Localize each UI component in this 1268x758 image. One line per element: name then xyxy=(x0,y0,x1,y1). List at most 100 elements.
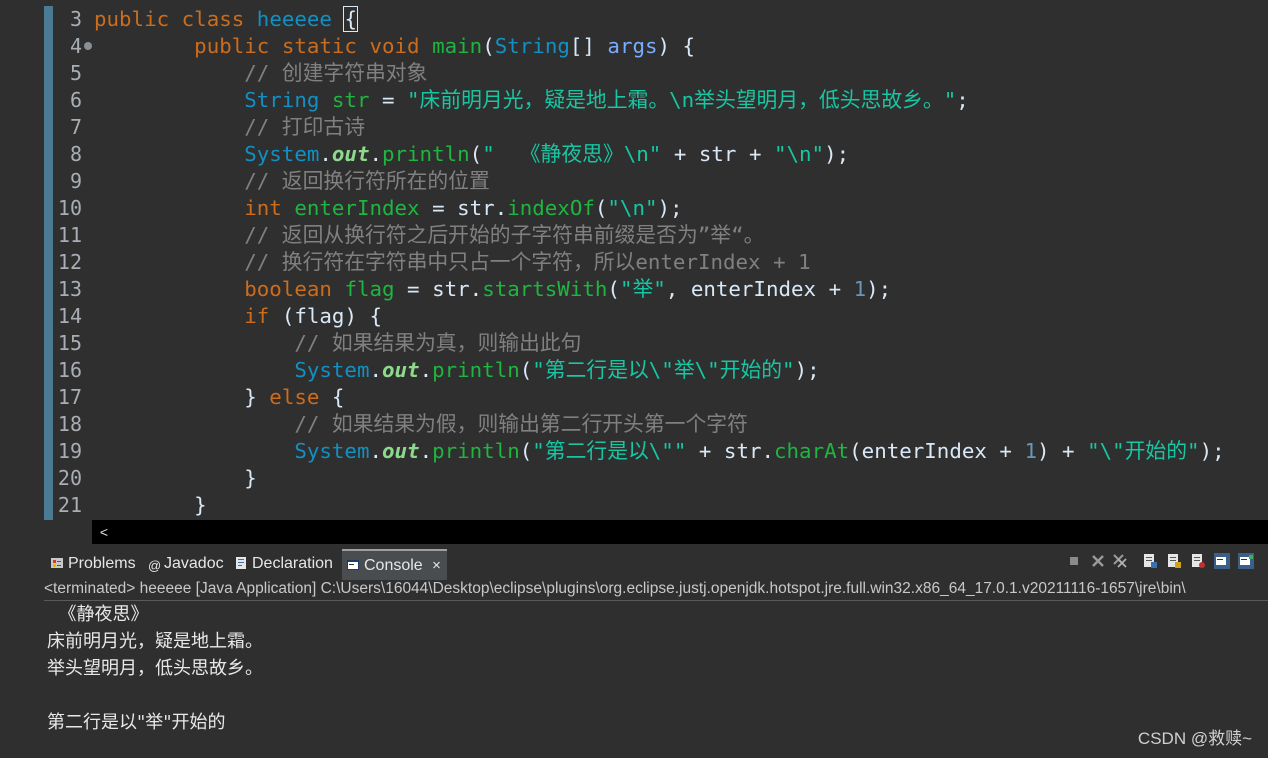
code-line[interactable]: System.out.println("第二行是以\"举\"开始的"); xyxy=(94,357,820,384)
line-number: 8 xyxy=(69,142,82,166)
code-token: . xyxy=(494,196,508,220)
code-editor[interactable]: public class heeeee { public static void… xyxy=(94,0,1268,520)
code-token: // 返回换行符所在的位置 xyxy=(244,169,490,193)
code-token: main xyxy=(432,34,483,58)
tab-declaration[interactable]: Declaration xyxy=(234,549,333,578)
code-token: // 返回从换行符之后开始的子字符串前缀是否为”举“。 xyxy=(244,223,765,247)
line-number: 7 xyxy=(69,115,82,139)
fold-marker-icon[interactable] xyxy=(84,42,92,50)
console-output[interactable]: 《静夜思》 床前明月光，疑是地上霜。 举头望明月，低头思故乡。 第二行是以"举"… xyxy=(44,601,1268,758)
code-token: ) { xyxy=(344,304,382,328)
code-token: String xyxy=(244,88,320,112)
code-token: args xyxy=(607,34,658,58)
code-token: charAt xyxy=(774,439,850,463)
code-token: System xyxy=(244,142,320,166)
console-output-line: 床前明月光，疑是地上霜。 xyxy=(47,631,263,652)
code-token: static xyxy=(281,34,357,58)
code-line[interactable]: // 创建字符串对象 xyxy=(94,60,427,87)
tab-declaration-label: Declaration xyxy=(252,555,333,572)
code-line[interactable]: // 如果结果为真，则输出此句 xyxy=(94,330,581,357)
code-line[interactable]: // 返回换行符所在的位置 xyxy=(94,168,490,195)
line-number: 20 xyxy=(57,466,82,490)
code-token: ); xyxy=(1199,439,1225,463)
code-line[interactable]: public static void main(String[] args) { xyxy=(94,33,695,60)
code-token: ) { xyxy=(657,34,696,58)
open-console-icon[interactable] xyxy=(1238,553,1254,569)
code-token: // 如果结果为真，则输出此句 xyxy=(294,331,582,355)
code-line[interactable]: // 换行符在字符串中只占一个字符，所以enterIndex + 1 xyxy=(94,249,810,276)
code-token: + xyxy=(661,142,699,166)
code-line[interactable]: // 返回从换行符之后开始的子字符串前缀是否为”举“。 xyxy=(94,222,764,249)
watermark: CSDN @救赎~ xyxy=(1137,729,1252,748)
code-token: 1 xyxy=(1024,439,1037,463)
code-token: { xyxy=(319,385,345,409)
code-token: . xyxy=(369,358,382,382)
code-token: = xyxy=(394,277,433,301)
terminate-icon[interactable] xyxy=(1066,553,1082,569)
code-token: startsWith xyxy=(482,277,608,301)
code-token: void xyxy=(369,34,420,58)
code-line[interactable]: } xyxy=(94,465,257,492)
scroll-lock-icon[interactable] xyxy=(1142,553,1158,569)
code-token: "床前明月光，疑是地上霜。\n举头望明月，低头思故乡。" xyxy=(407,88,957,112)
line-number: 21 xyxy=(57,493,82,517)
word-wrap-icon[interactable] xyxy=(1166,553,1182,569)
code-line[interactable]: } xyxy=(94,492,207,519)
code-token: ( xyxy=(594,196,608,220)
display-console-icon[interactable] xyxy=(1214,553,1230,569)
pin-icon[interactable] xyxy=(1190,553,1206,569)
code-line[interactable]: public class heeeee { xyxy=(94,6,358,33)
code-token: str xyxy=(331,88,370,112)
code-token: + xyxy=(686,439,724,463)
code-line[interactable]: // 如果结果为假，则输出第二行开头第一个字符 xyxy=(94,411,748,438)
code-token: else xyxy=(269,385,320,409)
code-line[interactable]: } else { xyxy=(94,384,344,411)
code-line[interactable]: // 打印古诗 xyxy=(94,114,365,141)
code-token: str xyxy=(698,142,737,166)
remove-launch-icon[interactable] xyxy=(1090,553,1106,569)
code-token: ; xyxy=(956,88,969,112)
code-token: flag xyxy=(344,277,395,301)
code-token: flag xyxy=(294,304,345,328)
tab-console[interactable]: Console × xyxy=(342,549,447,580)
tab-console-close-icon[interactable]: × xyxy=(432,557,441,574)
code-line[interactable]: String str = "床前明月光，疑是地上霜。\n举头望明月，低头思故乡。… xyxy=(94,87,969,114)
scrollbar-track[interactable] xyxy=(116,520,1268,544)
line-number: 16 xyxy=(57,358,82,382)
code-line[interactable]: int enterIndex = str.indexOf("\n"); xyxy=(94,195,682,222)
line-number: 18 xyxy=(57,412,82,436)
code-line[interactable]: System.out.println("第二行是以\"" + str.charA… xyxy=(94,438,1225,465)
code-token: "\"开始的" xyxy=(1087,439,1200,463)
tab-problems[interactable]: Problems xyxy=(50,549,136,578)
line-number: 3 xyxy=(69,7,82,31)
code-line[interactable]: System.out.println(" 《静夜思》\n" + str + "\… xyxy=(94,141,849,168)
code-line[interactable]: if (flag) { xyxy=(94,303,382,330)
code-token: indexOf xyxy=(507,196,595,220)
code-token: } xyxy=(244,385,270,409)
code-token: ); xyxy=(824,142,850,166)
code-line[interactable]: boolean flag = str.startsWith("举", enter… xyxy=(94,276,891,303)
horizontal-scrollbar[interactable]: < xyxy=(44,520,1268,544)
code-token: str xyxy=(457,196,495,220)
code-token: enterIndex xyxy=(690,277,817,301)
console-output-line: 举头望明月，低头思故乡。 xyxy=(47,658,263,679)
code-token: ); xyxy=(794,358,820,382)
declaration-icon xyxy=(236,557,246,569)
code-token: "\n" xyxy=(607,196,658,220)
code-token: if xyxy=(244,304,270,328)
line-number: 9 xyxy=(69,169,82,193)
line-number: 19 xyxy=(57,439,82,463)
scroll-left-arrow-icon[interactable]: < xyxy=(92,520,116,544)
tab-javadoc[interactable]: @ Javadoc xyxy=(148,549,224,578)
remove-all-icon[interactable] xyxy=(1112,553,1128,569)
